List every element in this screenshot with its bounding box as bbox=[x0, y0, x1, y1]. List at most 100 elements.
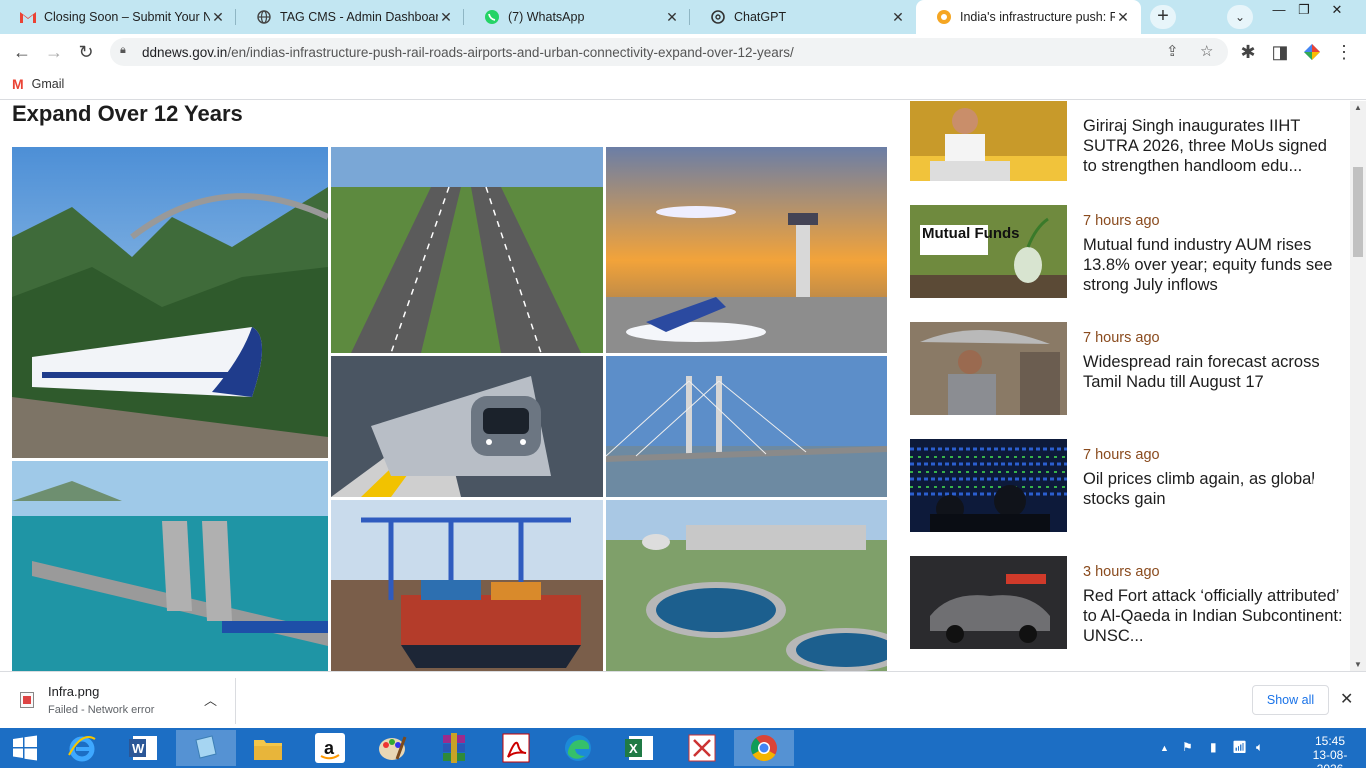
battery-icon[interactable]: ▮ bbox=[1210, 740, 1217, 754]
tab-title: India's infrastructure push: Rai bbox=[960, 10, 1115, 24]
excel-icon[interactable]: X bbox=[610, 730, 670, 766]
side-panel-icon[interactable]: ◨ bbox=[1266, 40, 1294, 64]
close-tab-icon[interactable]: ✕ bbox=[1115, 9, 1131, 26]
news-time: 3 hours ago bbox=[1083, 564, 1160, 580]
gmail-icon bbox=[20, 9, 36, 25]
network-signal-icon[interactable]: 📶︎ bbox=[1232, 740, 1247, 754]
download-filename: Infra.png bbox=[48, 684, 100, 699]
news-item[interactable]: Mutual Funds 7 hours ago Mutual fund ind… bbox=[910, 205, 1350, 298]
close-tab-icon[interactable]: ✕ bbox=[664, 9, 680, 26]
share-icon[interactable]: ⇪ bbox=[1166, 42, 1179, 60]
lock-icon[interactable]: 🔒︎ bbox=[120, 44, 136, 60]
bookmark-gmail[interactable]: M Gmail bbox=[12, 76, 64, 92]
file-explorer-icon[interactable] bbox=[238, 730, 298, 766]
word-icon[interactable]: W bbox=[114, 730, 174, 766]
close-tab-icon[interactable]: ✕ bbox=[438, 9, 454, 26]
collage-train-bridge-image[interactable] bbox=[12, 147, 328, 458]
globe-icon bbox=[256, 9, 272, 25]
news-item[interactable]: Giriraj Singh inaugurates IIHT SUTRA 202… bbox=[910, 101, 1350, 181]
collage-port-image[interactable] bbox=[331, 500, 603, 671]
collage-airport-image[interactable] bbox=[606, 147, 887, 353]
extensions-puzzle-icon[interactable]: ✱ bbox=[1234, 40, 1262, 64]
show-all-button[interactable]: Show all bbox=[1252, 685, 1329, 715]
news-title[interactable]: Red Fort attack ‘officially attributed’ … bbox=[1083, 586, 1343, 646]
volume-icon[interactable]: 🔈︎ bbox=[1256, 740, 1263, 755]
news-item[interactable]: 7 hours ago Widespread rain forecast acr… bbox=[910, 322, 1350, 415]
tab-strip: Closing Soon – Submit Your N ✕ TAG CMS -… bbox=[0, 0, 1366, 34]
news-thumbnail-stocks[interactable] bbox=[910, 439, 1067, 532]
tab-chatgpt[interactable]: ChatGPT ✕ bbox=[690, 0, 916, 34]
forward-arrow-icon[interactable]: → bbox=[40, 40, 68, 64]
bookmarks-bar: M Gmail bbox=[0, 70, 1366, 100]
tab-gmail[interactable]: Closing Soon – Submit Your N ✕ bbox=[0, 0, 236, 34]
chrome-icon[interactable] bbox=[734, 730, 794, 766]
download-item[interactable]: Infra.png Failed - Network error ︿ bbox=[12, 678, 236, 724]
page-content: Expand Over 12 Years Giriraj Singh inaug… bbox=[0, 101, 1366, 671]
bookmark-label: Gmail bbox=[31, 77, 65, 91]
paint-icon[interactable] bbox=[362, 730, 422, 766]
news-time: 7 hours ago bbox=[1083, 330, 1160, 346]
youtube-icon[interactable] bbox=[1301, 461, 1349, 509]
news-item[interactable]: 3 hours ago Red Fort attack ‘officially … bbox=[910, 556, 1350, 649]
restore-icon[interactable]: ❐ bbox=[1287, 0, 1321, 20]
file-icon bbox=[20, 692, 34, 708]
download-status: Failed - Network error bbox=[48, 704, 155, 716]
collage-expressway-image[interactable] bbox=[331, 147, 603, 353]
back-arrow-icon[interactable]: ← bbox=[8, 40, 36, 64]
collage-metro-image[interactable] bbox=[331, 356, 603, 497]
collage-cable-bridge-image[interactable] bbox=[606, 356, 887, 497]
page-scrollbar[interactable]: ▲ ▼ bbox=[1350, 101, 1366, 671]
profile-icon[interactable] bbox=[1298, 40, 1326, 64]
scroll-down-icon[interactable]: ▼ bbox=[1354, 660, 1362, 669]
notepad-icon[interactable] bbox=[176, 730, 236, 766]
tab-ddnews[interactable]: India's infrastructure push: Rai ✕ bbox=[916, 0, 1141, 34]
thumbnail-caption: Mutual Funds bbox=[922, 225, 1020, 242]
close-icon[interactable]: ✕ bbox=[1340, 689, 1353, 709]
edge-icon[interactable] bbox=[548, 730, 608, 766]
tab-cms[interactable]: TAG CMS - Admin Dashboard ✕ bbox=[236, 0, 464, 34]
tab-title: ChatGPT bbox=[734, 10, 787, 24]
svg-text:W: W bbox=[132, 741, 145, 756]
svg-text:TV: TV bbox=[1319, 292, 1328, 299]
browser-toolbar: ← → ↻ 🔒︎ ddnews.gov.in/en/indias-infrast… bbox=[0, 34, 1366, 70]
amazon-icon[interactable]: a bbox=[300, 730, 360, 766]
acrobat-icon[interactable] bbox=[486, 730, 546, 766]
svg-text:X: X bbox=[629, 741, 638, 756]
reload-icon[interactable]: ↻ bbox=[72, 40, 100, 64]
tab-search-chevron-icon[interactable]: ⌄ bbox=[1227, 5, 1253, 29]
download-bar: Infra.png Failed - Network error ︿ Show … bbox=[0, 671, 1366, 728]
x-twitter-icon[interactable] bbox=[1301, 413, 1349, 461]
close-window-icon[interactable]: ✕ bbox=[1320, 0, 1354, 20]
news-thumbnail-rain[interactable] bbox=[910, 322, 1067, 415]
news-thumbnail-red-fort[interactable] bbox=[910, 556, 1067, 649]
news-thumbnail-mutual-funds[interactable]: Mutual Funds bbox=[910, 205, 1067, 298]
tray-expand-icon[interactable]: ▲ bbox=[1160, 743, 1169, 753]
snipping-tool-icon[interactable] bbox=[672, 730, 732, 766]
news-item[interactable]: 7 hours ago Oil prices climb again, as g… bbox=[910, 439, 1350, 532]
tab-whatsapp[interactable]: (7) WhatsApp ✕ bbox=[464, 0, 690, 34]
address-bar[interactable]: 🔒︎ ddnews.gov.in/en/indias-infrastructur… bbox=[110, 38, 1228, 66]
news-title[interactable]: Giriraj Singh inaugurates IIHT SUTRA 202… bbox=[1083, 116, 1343, 176]
news-thumbnail-giriraj[interactable] bbox=[910, 101, 1067, 181]
winrar-icon[interactable] bbox=[424, 730, 484, 766]
ddnews-icon bbox=[936, 9, 952, 25]
collage-sea-bridge-image[interactable] bbox=[12, 461, 328, 671]
close-tab-icon[interactable]: ✕ bbox=[890, 9, 906, 26]
action-center-flag-icon[interactable]: ⚑ bbox=[1182, 740, 1193, 754]
bookmark-star-icon[interactable]: ☆ bbox=[1200, 42, 1213, 60]
scrollbar-thumb[interactable] bbox=[1353, 167, 1363, 257]
collage-water-treatment-image[interactable] bbox=[606, 500, 887, 671]
facebook-icon[interactable] bbox=[1301, 317, 1349, 365]
svg-text:a: a bbox=[324, 738, 335, 758]
system-clock[interactable]: 15:45 13-08-2026 bbox=[1300, 734, 1360, 768]
chevron-up-icon[interactable]: ︿ bbox=[204, 690, 217, 709]
new-tab-button[interactable]: + bbox=[1150, 5, 1176, 29]
internet-explorer-icon[interactable] bbox=[52, 730, 112, 766]
start-windows-icon[interactable] bbox=[0, 730, 50, 766]
scroll-up-icon[interactable]: ▲ bbox=[1354, 103, 1362, 112]
tab-title: Closing Soon – Submit Your N bbox=[44, 10, 210, 24]
instagram-icon[interactable] bbox=[1301, 365, 1349, 413]
tv-icon[interactable]: TV bbox=[1301, 269, 1349, 317]
close-tab-icon[interactable]: ✕ bbox=[210, 9, 226, 26]
chrome-menu-icon[interactable]: ⋮ bbox=[1330, 40, 1358, 64]
